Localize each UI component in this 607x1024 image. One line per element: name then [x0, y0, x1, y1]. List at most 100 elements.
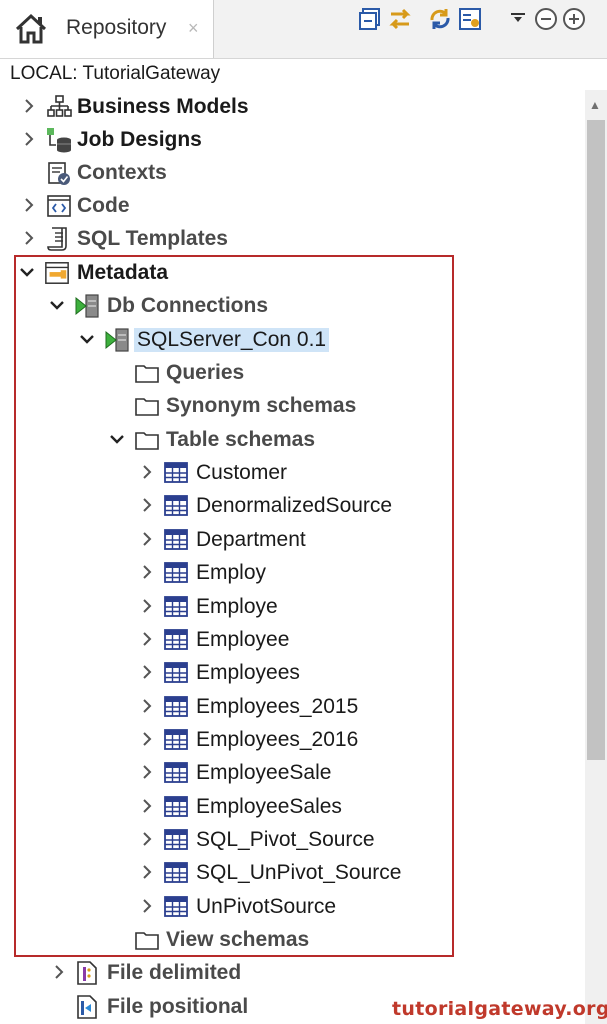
- tree-item-table[interactable]: Employee: [0, 623, 585, 656]
- tree-item-view-schemas[interactable]: View schemas: [0, 923, 585, 956]
- tree-item-label: EmployeeSale: [196, 761, 332, 784]
- table-icon: [164, 562, 188, 583]
- repository-tree[interactable]: Business Models Job Designs Contexts Cod…: [0, 90, 585, 1024]
- tree-item-label: File positional: [107, 995, 249, 1018]
- tree-item-code[interactable]: Code: [0, 189, 585, 222]
- filter-settings-icon[interactable]: [457, 6, 483, 32]
- tree-item-sql-templates[interactable]: SQL Templates: [0, 222, 585, 255]
- tree-item-label: Job Designs: [77, 128, 202, 151]
- metadata-icon: [45, 262, 69, 284]
- chevron-right-icon[interactable]: [138, 697, 156, 715]
- tree-item-label: Code: [77, 194, 130, 217]
- chevron-right-icon[interactable]: [138, 463, 156, 481]
- chevron-right-icon[interactable]: [138, 663, 156, 681]
- chevron-right-icon[interactable]: [20, 130, 38, 148]
- chevron-right-icon[interactable]: [138, 797, 156, 815]
- chevron-right-icon[interactable]: [138, 830, 156, 848]
- table-icon: [164, 762, 188, 783]
- tree-item-label: SQL Templates: [77, 227, 228, 250]
- repository-tab[interactable]: Repository ×: [0, 0, 214, 58]
- tree-item-table[interactable]: UnPivotSource: [0, 890, 585, 923]
- chevron-right-icon[interactable]: [138, 530, 156, 548]
- chevron-down-icon[interactable]: [78, 330, 96, 348]
- chevron-down-icon[interactable]: [48, 296, 66, 314]
- tree-item-label: Db Connections: [107, 294, 268, 317]
- chevron-right-icon[interactable]: [138, 563, 156, 581]
- chevron-right-icon[interactable]: [138, 863, 156, 881]
- maximize-icon[interactable]: [561, 6, 587, 32]
- tree-item-job-designs[interactable]: Job Designs: [0, 123, 585, 156]
- tree-item-contexts[interactable]: Contexts: [0, 156, 585, 189]
- table-icon: [164, 529, 188, 550]
- tree-item-label: DenormalizedSource: [196, 494, 393, 517]
- code-icon: [47, 195, 71, 217]
- link-editor-icon[interactable]: [387, 6, 413, 32]
- tree-item-synonym-schemas[interactable]: Synonym schemas: [0, 389, 585, 422]
- table-icon: [164, 829, 188, 850]
- tree-item-table[interactable]: Employ: [0, 556, 585, 589]
- table-icon: [164, 596, 188, 617]
- tree-item-sqlserver-connection[interactable]: SQLServer_Con 0.1: [0, 323, 585, 356]
- scrollbar-thumb[interactable]: [587, 120, 605, 760]
- table-icon: [164, 796, 188, 817]
- chevron-right-icon[interactable]: [138, 730, 156, 748]
- job-design-icon: [47, 128, 71, 153]
- tree-item-table-schemas[interactable]: Table schemas: [0, 423, 585, 456]
- tree-item-table[interactable]: EmployeeSale: [0, 756, 585, 789]
- tab-close-icon[interactable]: ×: [188, 19, 199, 37]
- table-icon: [164, 696, 188, 717]
- tree-item-table[interactable]: EmployeeSales: [0, 790, 585, 823]
- table-icon: [164, 862, 188, 883]
- watermark: tutorialgateway.org: [392, 998, 607, 1020]
- tree-item-label: Employee: [196, 628, 290, 651]
- tree-item-label: View schemas: [166, 928, 310, 951]
- tree-item-file-delimited[interactable]: File delimited: [0, 956, 585, 989]
- tree-item-table[interactable]: Employees_2015: [0, 690, 585, 723]
- tree-item-label: Department: [196, 528, 306, 551]
- table-icon: [164, 462, 188, 483]
- tree-item-queries[interactable]: Queries: [0, 356, 585, 389]
- sql-template-icon: [47, 227, 67, 251]
- chevron-right-icon[interactable]: [20, 196, 38, 214]
- view-menu-icon[interactable]: [509, 6, 527, 32]
- tree-item-table[interactable]: Customer: [0, 456, 585, 489]
- tree-item-table[interactable]: Department: [0, 523, 585, 556]
- minimize-icon[interactable]: [533, 6, 559, 32]
- chevron-down-icon[interactable]: [18, 263, 36, 281]
- scroll-up-arrow-icon[interactable]: ▲: [589, 98, 601, 112]
- tree-item-db-connections[interactable]: Db Connections: [0, 289, 585, 322]
- tree-item-label: File delimited: [107, 961, 242, 984]
- tree-item-label: UnPivotSource: [196, 895, 337, 918]
- tree-item-business-models[interactable]: Business Models: [0, 90, 585, 123]
- tree-item-table[interactable]: Employees_2016: [0, 723, 585, 756]
- tree-item-table[interactable]: DenormalizedSource: [0, 489, 585, 522]
- file-delimited-icon: [77, 961, 97, 985]
- file-positional-icon: [77, 995, 97, 1019]
- tree-item-table[interactable]: SQL_UnPivot_Source: [0, 856, 585, 889]
- tree-item-label: Employees: [196, 661, 300, 684]
- refresh-icon[interactable]: [427, 6, 453, 32]
- chevron-right-icon[interactable]: [138, 630, 156, 648]
- chevron-right-icon[interactable]: [138, 496, 156, 514]
- tree-item-label: Business Models: [77, 95, 249, 118]
- tree-item-label: Customer: [196, 461, 288, 484]
- table-icon: [164, 896, 188, 917]
- chevron-right-icon[interactable]: [138, 897, 156, 915]
- chevron-down-icon[interactable]: [108, 430, 126, 448]
- tree-item-table[interactable]: Employees: [0, 656, 585, 689]
- vertical-scrollbar[interactable]: ▲: [585, 90, 607, 1024]
- tree-item-label: Employees_2016: [196, 728, 359, 751]
- tree-item-table[interactable]: SQL_Pivot_Source: [0, 823, 585, 856]
- db-connection-icon: [105, 328, 129, 352]
- chevron-right-icon[interactable]: [138, 763, 156, 781]
- chevron-right-icon[interactable]: [50, 963, 68, 981]
- collapse-all-icon[interactable]: [357, 6, 383, 32]
- tree-item-metadata[interactable]: Metadata: [0, 256, 585, 289]
- tree-item-table[interactable]: Employe: [0, 590, 585, 623]
- view-tab-bar: Repository ×: [0, 0, 607, 59]
- view-toolbar: [347, 0, 607, 40]
- chevron-right-icon[interactable]: [20, 97, 38, 115]
- tree-item-label: Metadata: [77, 261, 169, 284]
- chevron-right-icon[interactable]: [138, 597, 156, 615]
- chevron-right-icon[interactable]: [20, 229, 38, 247]
